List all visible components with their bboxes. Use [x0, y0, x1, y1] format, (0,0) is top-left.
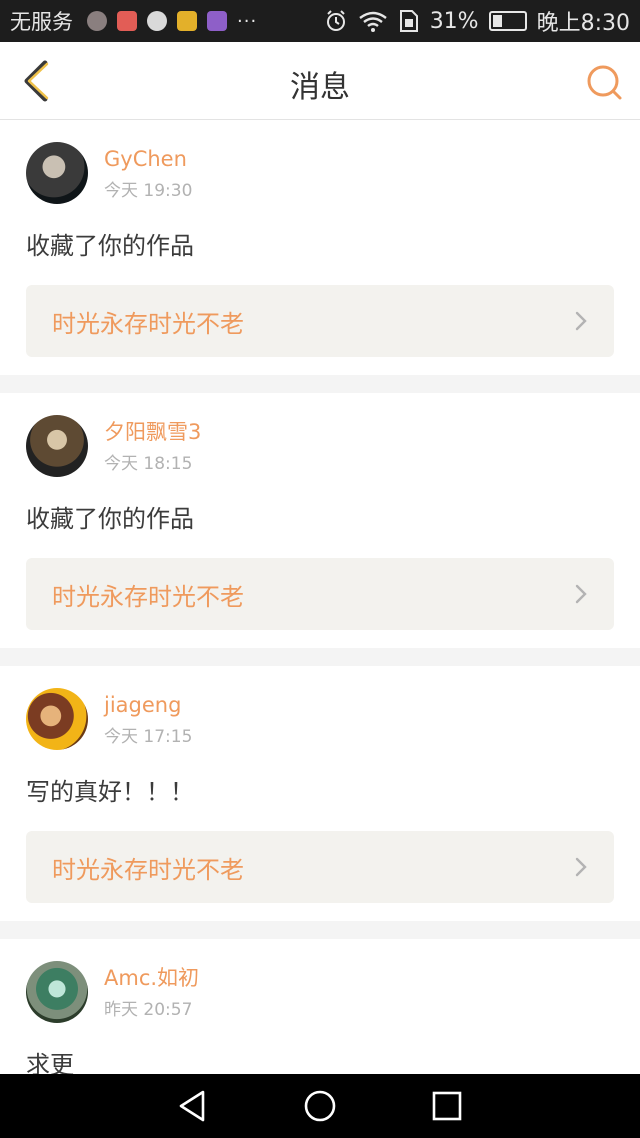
sim-icon: [399, 10, 418, 32]
message-text: 收藏了你的作品: [26, 505, 194, 533]
chevron-right-icon: [575, 311, 587, 331]
nav-recent-button[interactable]: [427, 1086, 467, 1126]
app-root: 无服务 ··· 31% 晚上8:30 消息 GyChen 今天 19:30 收藏…: [0, 0, 640, 1138]
notification-icon-4: [177, 11, 197, 31]
wifi-icon: [358, 11, 387, 32]
battery-icon: [488, 11, 527, 31]
message-card: Amc.如初 昨天 20:57 求更: [0, 939, 640, 1074]
app-header: 消息: [0, 42, 640, 120]
battery-percent: 31%: [429, 8, 479, 34]
message-text: 收藏了你的作品: [26, 232, 194, 260]
circle-home-icon: [304, 1090, 336, 1122]
status-right: 31% 晚上8:30: [324, 5, 630, 37]
work-link[interactable]: 时光永存时光不老: [26, 558, 614, 630]
square-recent-icon: [432, 1091, 461, 1121]
status-left: 无服务 ···: [10, 6, 257, 36]
username[interactable]: Amc.如初: [104, 965, 199, 991]
message-header: Amc.如初 昨天 20:57: [26, 961, 614, 1023]
system-nav-bar: [0, 1074, 640, 1138]
work-link[interactable]: 时光永存时光不老: [26, 831, 614, 903]
status-bar: 无服务 ··· 31% 晚上8:30: [0, 0, 640, 42]
avatar[interactable]: [26, 961, 88, 1023]
user-meta: jiageng 今天 17:15: [104, 692, 192, 747]
timestamp: 今天 17:15: [104, 726, 193, 747]
carrier-label: 无服务: [10, 10, 73, 34]
page-title: 消息: [290, 70, 350, 105]
battery-fill: [492, 15, 502, 27]
triangle-back-icon: [180, 1090, 205, 1122]
chevron-right-icon: [575, 857, 587, 877]
search-icon: [587, 65, 622, 100]
user-meta: 夕阳飘雪3 今天 18:15: [104, 419, 201, 474]
avatar[interactable]: [26, 688, 88, 750]
user-meta: GyChen 今天 19:30: [104, 146, 192, 201]
message-header: 夕阳飘雪3 今天 18:15: [26, 415, 614, 477]
message-text: 求更: [26, 1051, 74, 1074]
chevron-right-icon: [575, 584, 587, 604]
username[interactable]: 夕阳飘雪3: [104, 419, 201, 445]
work-title: 时光永存时光不老: [52, 582, 244, 611]
message-header: GyChen 今天 19:30: [26, 142, 614, 204]
timestamp: 今天 18:15: [104, 453, 193, 474]
nav-home-button[interactable]: [300, 1086, 340, 1126]
status-time: 晚上8:30: [536, 11, 630, 36]
message-card: jiageng 今天 17:15 写的真好！！！ 时光永存时光不老: [0, 666, 640, 921]
user-meta: Amc.如初 昨天 20:57: [104, 965, 199, 1020]
timestamp: 今天 19:30: [104, 180, 193, 201]
username[interactable]: jiageng: [104, 692, 192, 718]
work-link[interactable]: 时光永存时光不老: [26, 285, 614, 357]
alarm-icon: [326, 10, 345, 31]
notification-icon-5: [207, 11, 227, 31]
more-notifications-icon: ···: [237, 10, 258, 32]
notification-icon-1: [87, 11, 107, 31]
search-button[interactable]: [582, 60, 626, 104]
avatar[interactable]: [26, 415, 88, 477]
work-title: 时光永存时光不老: [52, 855, 244, 884]
nav-back-button[interactable]: [173, 1086, 213, 1126]
avatar[interactable]: [26, 142, 88, 204]
work-title: 时光永存时光不老: [52, 309, 244, 338]
timestamp: 昨天 20:57: [104, 999, 193, 1020]
notification-icon-2: [117, 11, 137, 31]
message-text: 写的真好！！！: [26, 778, 194, 806]
message-card: 夕阳飘雪3 今天 18:15 收藏了你的作品 时光永存时光不老: [0, 393, 640, 648]
notification-icon-3: [147, 11, 167, 31]
username[interactable]: GyChen: [104, 146, 192, 172]
message-card: GyChen 今天 19:30 收藏了你的作品 时光永存时光不老: [0, 120, 640, 375]
message-list: GyChen 今天 19:30 收藏了你的作品 时光永存时光不老 夕阳飘雪3 今…: [0, 120, 640, 1074]
message-header: jiageng 今天 17:15: [26, 688, 614, 750]
